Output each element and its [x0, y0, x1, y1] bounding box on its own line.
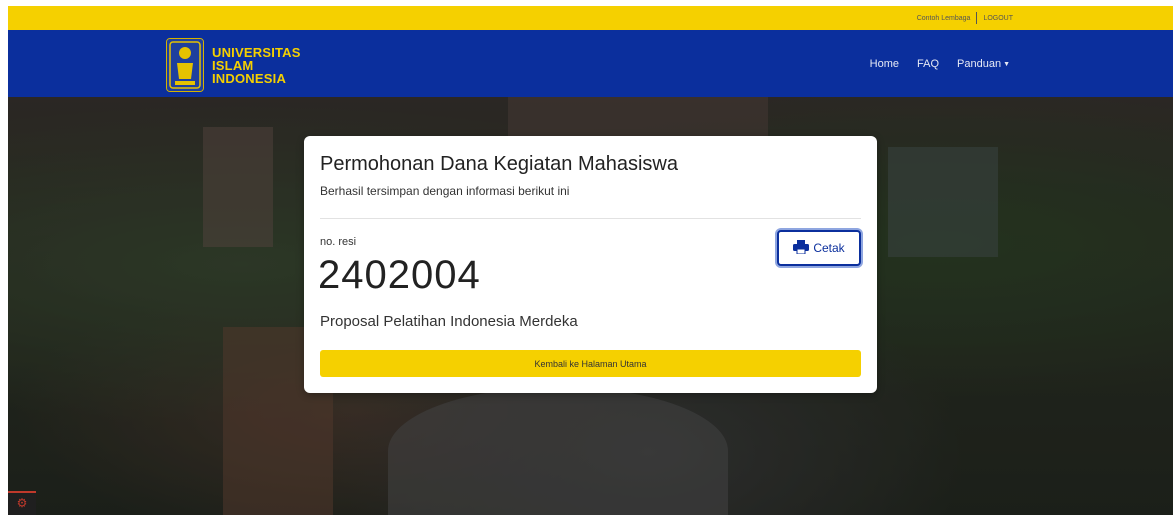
- nav-home[interactable]: Home: [870, 58, 899, 70]
- nav-links: Home FAQ Panduan ▼: [870, 58, 1010, 70]
- top-utility-bar: Contoh Lembaga LOGOUT: [8, 6, 1173, 30]
- brand-line-2: ISLAM: [212, 57, 254, 73]
- print-button-label: Cetak: [813, 241, 845, 255]
- print-button[interactable]: Cetak: [777, 230, 861, 266]
- org-link[interactable]: Contoh Lembaga: [917, 15, 971, 22]
- nav-panduan-dropdown[interactable]: Panduan ▼: [957, 58, 1010, 70]
- caret-down-icon: ▼: [1003, 60, 1010, 68]
- nav-faq[interactable]: FAQ: [917, 58, 939, 70]
- nav-panduan-label: Panduan: [957, 58, 1002, 70]
- card-title: Permohonan Dana Kegiatan Mahasiswa: [320, 153, 678, 175]
- result-card: Permohonan Dana Kegiatan Mahasiswa Berha…: [304, 136, 877, 393]
- uii-logo: [166, 38, 204, 92]
- printer-icon: [793, 239, 810, 257]
- page: Contoh Lembaga LOGOUT UNIVERSITAS ISLAM …: [0, 0, 1173, 515]
- topbar-links: Contoh Lembaga LOGOUT: [917, 12, 1013, 24]
- laravel-icon[interactable]: ⚙: [8, 491, 36, 515]
- card-divider: [320, 218, 861, 219]
- back-to-home-button[interactable]: Kembali ke Halaman Utama: [320, 350, 861, 377]
- resi-label: no. resi: [320, 236, 357, 248]
- card-subtitle: Berhasil tersimpan dengan informasi beri…: [320, 184, 570, 198]
- main-navbar: UNIVERSITAS ISLAM INDONESIA Home FAQ Pan…: [8, 30, 1173, 97]
- proposal-name: Proposal Pelatihan Indonesia Merdeka: [320, 313, 578, 330]
- logout-link[interactable]: LOGOUT: [983, 15, 1013, 22]
- brand-line-3: INDONESIA: [212, 70, 287, 86]
- back-button-label: Kembali ke Halaman Utama: [534, 358, 647, 369]
- resi-number: 2402004: [318, 253, 481, 297]
- brand-line-1: UNIVERSITAS: [212, 44, 301, 60]
- brand[interactable]: UNIVERSITAS ISLAM INDONESIA: [166, 38, 301, 92]
- topbar-separator: [976, 12, 978, 24]
- brand-name: UNIVERSITAS ISLAM INDONESIA: [212, 46, 301, 85]
